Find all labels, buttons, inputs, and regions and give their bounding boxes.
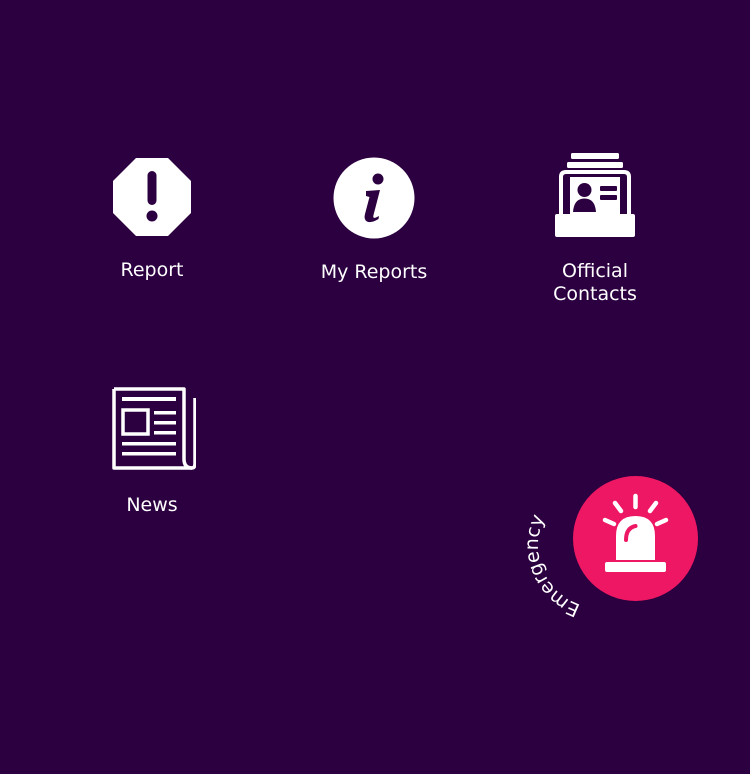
- contact-card-file-icon: [555, 153, 635, 237]
- report-label: Report: [120, 259, 184, 281]
- my-reports-button[interactable]: My Reports: [289, 157, 459, 284]
- newspaper-icon: [112, 387, 196, 470]
- info-circle-icon: [333, 157, 415, 239]
- octagon-exclamation-icon: [113, 158, 191, 236]
- official-contacts-label: Official Contacts: [553, 260, 637, 305]
- emergency-circle[interactable]: [573, 476, 698, 601]
- news-label: News: [126, 494, 178, 516]
- emergency-button[interactable]: Emergency: [521, 470, 710, 621]
- my-reports-label: My Reports: [320, 261, 428, 283]
- official-contacts-button[interactable]: Official Contacts: [510, 152, 680, 306]
- siren-icon: [602, 493, 669, 572]
- news-button[interactable]: News: [67, 386, 237, 517]
- report-button[interactable]: Report: [67, 157, 237, 282]
